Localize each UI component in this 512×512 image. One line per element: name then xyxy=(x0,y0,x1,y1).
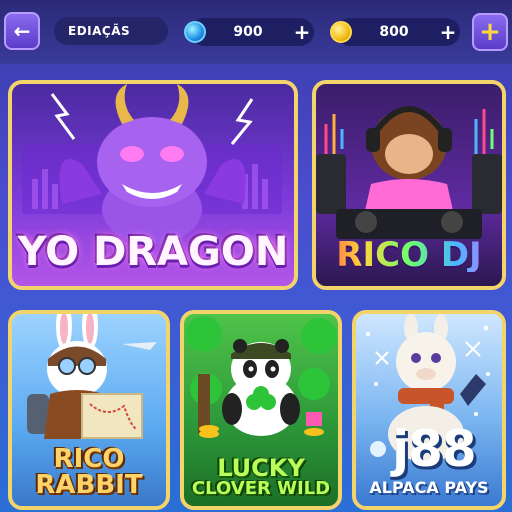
game-card-rico-rabbit[interactable]: RICO RABBIT xyxy=(8,310,170,510)
game-title: LUCKY CLOVER WILD xyxy=(184,456,338,498)
game-title: RICO DJ xyxy=(316,238,502,272)
add-gems-button[interactable]: + xyxy=(290,20,314,44)
game-title-line-1: RICO xyxy=(53,444,125,474)
gem-balance: 900 + xyxy=(184,18,314,46)
rabbit-pilot-art xyxy=(27,314,157,439)
game-card-alpaca-pays[interactable]: ALPACA PAYS xyxy=(352,310,506,510)
top-bar: ← EDIAÇÃS 900 + 800 + + xyxy=(0,0,512,64)
dragon-art xyxy=(22,84,282,244)
game-title-line-2: RABBIT xyxy=(35,470,143,500)
game-card-lucky-clover-wild[interactable]: LUCKY CLOVER WILD xyxy=(180,310,342,510)
game-card-rico-dj[interactable]: RICO DJ xyxy=(312,80,506,290)
clover-panda-art xyxy=(186,316,337,438)
add-coins-button[interactable]: + xyxy=(436,20,460,44)
game-title-line-2: CLOVER WILD xyxy=(191,478,331,499)
game-title: ALPACA PAYS xyxy=(369,478,489,497)
gold-coin-icon xyxy=(330,21,352,43)
blue-gem-icon xyxy=(184,21,206,43)
game-title: RICO RABBIT xyxy=(12,446,166,498)
coin-balance: 800 + xyxy=(330,18,460,46)
dj-monkey-art xyxy=(316,106,502,239)
game-title-line-1: LUCKY xyxy=(217,454,305,482)
watermark: j88 xyxy=(392,420,477,478)
add-button[interactable]: + xyxy=(472,13,508,51)
gem-amount: 900 xyxy=(233,24,263,40)
game-card-yo-dragon[interactable]: YO DRAGON xyxy=(8,80,298,290)
back-button[interactable]: ← xyxy=(4,12,40,50)
coin-amount: 800 xyxy=(379,24,409,40)
arrow-left-icon: ← xyxy=(13,19,31,43)
breadcrumb: EDIAÇÃS xyxy=(54,17,168,45)
game-title: YO DRAGON xyxy=(17,229,289,275)
plus-icon: + xyxy=(479,17,501,47)
